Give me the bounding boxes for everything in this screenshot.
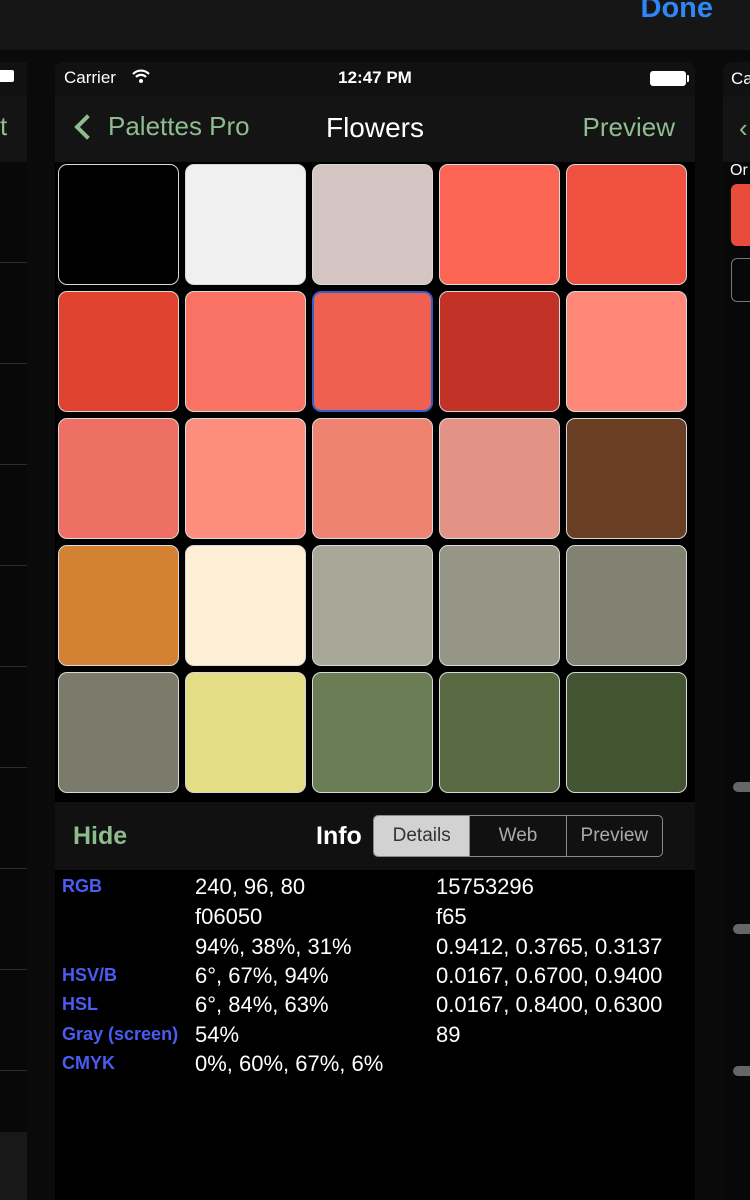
- info-row-label: RGB: [62, 876, 102, 896]
- info-row: HSL 6°, 84%, 63% 0.0167, 0.8400, 0.6300: [55, 992, 695, 1024]
- color-swatch[interactable]: [439, 418, 560, 539]
- status-bar: Carrier 12:47 PM: [55, 62, 695, 97]
- color-swatch[interactable]: [185, 164, 306, 285]
- battery-icon: [0, 70, 14, 82]
- info-row: f06050 f65: [55, 904, 695, 936]
- color-swatch[interactable]: [58, 545, 179, 666]
- color-swatch[interactable]: [185, 545, 306, 666]
- right-nav-bar: ‹: [723, 97, 750, 162]
- divider: [0, 767, 27, 768]
- color-swatch[interactable]: [185, 672, 306, 793]
- color-swatch[interactable]: [439, 545, 560, 666]
- battery-icon: [650, 71, 689, 86]
- right-label-partial: Or: [730, 162, 748, 179]
- color-swatch[interactable]: [566, 164, 687, 285]
- info-value: 240, 96, 80: [195, 874, 306, 899]
- info-value: 0%, 60%, 67%, 6%: [195, 1051, 384, 1076]
- slider-thumb[interactable]: [733, 1066, 750, 1076]
- segmented-control: Details Web Preview: [373, 815, 663, 857]
- original-color-swatch[interactable]: [731, 184, 750, 246]
- palette-panel: Carrier 12:47 PM Palettes Pro Flowers Pr…: [55, 62, 695, 1200]
- color-swatch[interactable]: [312, 291, 433, 412]
- info-value: f06050: [195, 904, 263, 929]
- info-row: HSV/B 6°, 67%, 94% 0.0167, 0.6700, 0.940…: [55, 963, 695, 995]
- divider: [0, 666, 27, 667]
- slider-thumb[interactable]: [733, 924, 750, 934]
- divider: [0, 1070, 27, 1071]
- info-value: 54%: [195, 1022, 240, 1047]
- hide-button[interactable]: Hide: [73, 822, 127, 851]
- color-swatch[interactable]: [566, 545, 687, 666]
- info-value-alt: f65: [436, 904, 467, 929]
- info-value: 94%, 38%, 31%: [195, 934, 352, 959]
- left-nav-partial: t: [0, 111, 8, 141]
- color-swatch[interactable]: [185, 291, 306, 412]
- info-row: 94%, 38%, 31% 0.9412, 0.3765, 0.3137: [55, 934, 695, 966]
- color-swatch[interactable]: [566, 672, 687, 793]
- chevron-left-icon[interactable]: ‹: [739, 113, 748, 144]
- info-row-label: HSV/B: [62, 965, 118, 985]
- info-value-alt: 0.0167, 0.8400, 0.6300: [436, 992, 663, 1017]
- left-bottom-bar: [0, 1132, 27, 1200]
- info-row: RGB 240, 96, 80 15753296: [55, 874, 695, 906]
- segment-web[interactable]: Web: [470, 816, 567, 856]
- nav-bar: Palettes Pro Flowers Preview: [55, 97, 695, 162]
- color-swatch[interactable]: [185, 418, 306, 539]
- top-bar: Done: [0, 0, 750, 50]
- info-label: Info: [316, 822, 362, 850]
- segment-details[interactable]: Details: [374, 816, 471, 856]
- status-time: 12:47 PM: [338, 68, 412, 87]
- divider: [0, 262, 27, 263]
- info-row-label: CMYK: [62, 1053, 115, 1073]
- divider: [0, 464, 27, 465]
- left-status-bar: [0, 62, 27, 97]
- color-swatch[interactable]: [439, 291, 560, 412]
- info-row-label: Gray (screen): [62, 1024, 179, 1044]
- divider: [0, 565, 27, 566]
- new-color-box[interactable]: [731, 258, 750, 302]
- right-panel-peek[interactable]: Ca ‹ Or: [723, 62, 750, 1200]
- color-swatch[interactable]: [312, 164, 433, 285]
- carrier-partial: Ca: [731, 69, 750, 88]
- info-row-label: HSL: [62, 994, 98, 1014]
- swatch-grid: [58, 164, 690, 793]
- detail-toolbar: Hide Info Details Web Preview: [55, 802, 695, 870]
- left-nav-bar: t: [0, 97, 27, 162]
- color-swatch[interactable]: [58, 291, 179, 412]
- info-value-alt: 89: [436, 1022, 461, 1047]
- color-swatch[interactable]: [439, 164, 560, 285]
- color-swatch[interactable]: [312, 672, 433, 793]
- info-row: CMYK 0%, 60%, 67%, 6%: [55, 1051, 695, 1083]
- color-swatch[interactable]: [58, 164, 179, 285]
- preview-button[interactable]: Preview: [583, 112, 675, 143]
- info-value-alt: 15753296: [436, 874, 534, 899]
- right-status-bar: Ca: [723, 62, 750, 97]
- info-value: 6°, 67%, 94%: [195, 963, 329, 988]
- divider: [0, 969, 27, 970]
- color-swatch[interactable]: [566, 291, 687, 412]
- info-value-alt: 0.0167, 0.6700, 0.9400: [436, 963, 663, 988]
- left-panel-peek[interactable]: t: [0, 62, 27, 1200]
- color-swatch[interactable]: [312, 545, 433, 666]
- color-swatch[interactable]: [58, 672, 179, 793]
- done-button[interactable]: Done: [641, 0, 714, 25]
- color-swatch[interactable]: [439, 672, 560, 793]
- slider-thumb[interactable]: [733, 782, 750, 792]
- info-row: Gray (screen) 54% 89: [55, 1022, 695, 1054]
- color-swatch[interactable]: [566, 418, 687, 539]
- segment-preview[interactable]: Preview: [567, 816, 662, 856]
- info-value: 6°, 84%, 63%: [195, 992, 329, 1017]
- color-swatch[interactable]: [58, 418, 179, 539]
- color-swatch[interactable]: [312, 418, 433, 539]
- divider: [0, 363, 27, 364]
- info-value-alt: 0.9412, 0.3765, 0.3137: [436, 934, 663, 959]
- divider: [0, 868, 27, 869]
